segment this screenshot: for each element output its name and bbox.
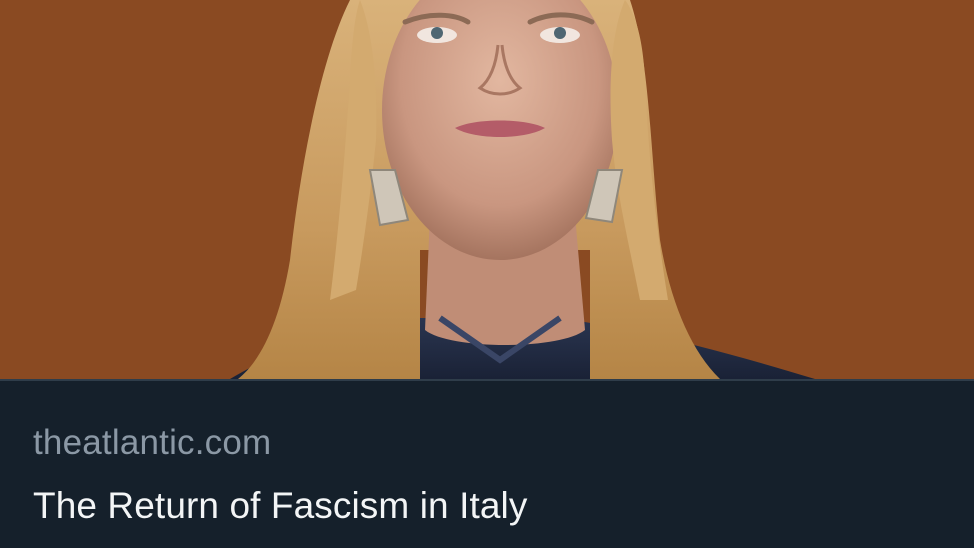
card-meta[interactable]: theatlantic.com The Return of Fascism in… <box>0 381 974 548</box>
link-domain: theatlantic.com <box>33 423 272 462</box>
link-preview-card[interactable]: theatlantic.com The Return of Fascism in… <box>0 0 974 548</box>
card-thumbnail-image[interactable] <box>0 0 974 379</box>
portrait-photo-icon <box>0 0 974 379</box>
link-title[interactable]: The Return of Fascism in Italy <box>33 483 527 529</box>
